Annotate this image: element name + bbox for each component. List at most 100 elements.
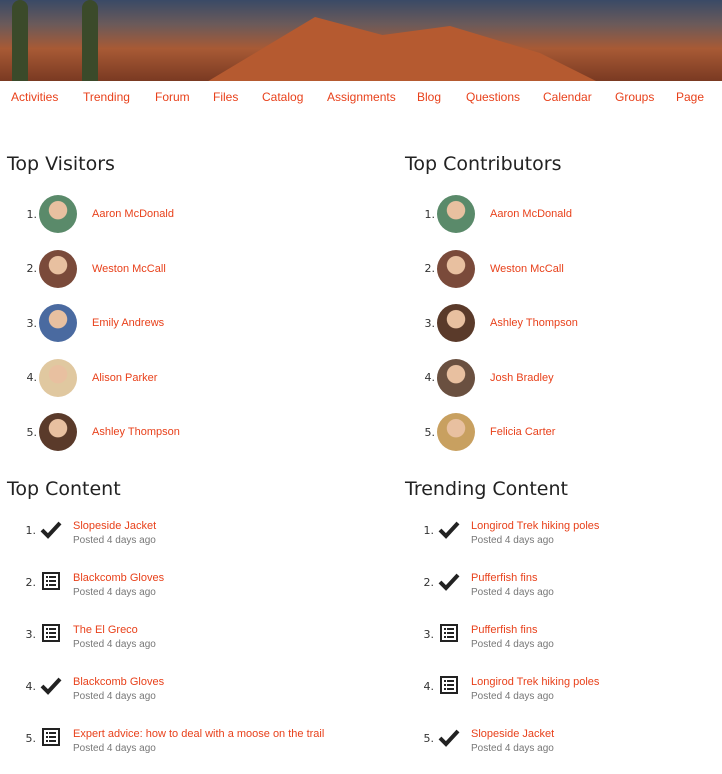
mountain-image [180,17,630,81]
rank: 2. [26,262,38,276]
list-item: 4. Blackcomb Gloves Posted 4 days ago [7,670,387,722]
user-link[interactable]: Ashley Thompson [490,317,578,329]
cactus-image [82,0,98,81]
section-title: Top Contributors [405,153,562,175]
rank: 5. [423,732,435,745]
rank: 5. [25,732,37,745]
rank: 3. [26,316,38,330]
list-icon [440,676,458,694]
user-link[interactable]: Emily Andrews [92,317,164,329]
posted-date: Posted 4 days ago [471,743,554,754]
list-item: 2. Weston McCall [7,242,317,297]
content-link[interactable]: Slopeside Jacket [73,520,156,532]
list-item: 5. Ashley Thompson [7,405,317,460]
content-link[interactable]: Slopeside Jacket [471,728,554,740]
rank: 1. [423,524,435,537]
user-link[interactable]: Weston McCall [92,263,166,275]
content-link[interactable]: Expert advice: how to deal with a moose … [73,728,324,740]
nav-blog[interactable]: Blog [417,90,441,104]
content-link[interactable]: Longirod Trek hiking poles [471,520,599,532]
avatar[interactable] [437,249,475,288]
main-nav: Activities Trending Forum Files Catalog Assig… [0,81,722,115]
avatar[interactable] [39,249,77,288]
list-item: 1. Aaron McDonald [405,187,715,242]
nav-questions[interactable]: Questions [466,90,520,104]
list-item: 5. Felicia Carter [405,405,715,460]
list-item: 2. Blackcomb Gloves Posted 4 days ago [7,566,387,618]
rank: 2. [423,576,435,589]
user-link[interactable]: Ashley Thompson [92,426,180,438]
rank: 4. [424,371,436,385]
rank: 4. [423,680,435,693]
top-content-section: Top Content 1. Slopeside Jacket Posted 4 da… [7,478,387,774]
avatar[interactable] [39,304,77,343]
content-link[interactable]: The El Greco [73,624,138,636]
check-icon [438,729,460,747]
content-link[interactable]: Longirod Trek hiking poles [471,676,599,688]
rank: 1. [26,207,38,221]
posted-date: Posted 4 days ago [73,743,156,754]
posted-date: Posted 4 days ago [471,587,554,598]
list-item: 5. Slopeside Jacket Posted 4 days ago [405,722,715,774]
list-item: 3. Pufferfish fins Posted 4 days ago [405,618,715,670]
avatar[interactable] [437,358,475,397]
check-icon [438,521,460,539]
section-title: Top Visitors [7,153,115,175]
user-link[interactable]: Alison Parker [92,372,157,384]
rank: 5. [424,425,436,439]
content-link[interactable]: Pufferfish fins [471,624,537,636]
nav-files[interactable]: Files [213,90,238,104]
rank: 4. [26,371,38,385]
nav-activities[interactable]: Activities [11,90,58,104]
list-item: 3. The El Greco Posted 4 days ago [7,618,387,670]
user-link[interactable]: Josh Bradley [490,372,554,384]
nav-calendar[interactable]: Calendar [543,90,592,104]
nav-assignments[interactable]: Assignments [327,90,396,104]
list-item: 1. Aaron McDonald [7,187,317,242]
content-link[interactable]: Pufferfish fins [471,572,537,584]
user-link[interactable]: Aaron McDonald [490,208,572,220]
rank: 1. [25,524,37,537]
avatar[interactable] [39,413,77,452]
nav-catalog[interactable]: Catalog [262,90,303,104]
section-title: Top Content [7,478,121,500]
posted-date: Posted 4 days ago [471,535,554,546]
check-icon [438,573,460,591]
top-contributors-section: Top Contributors 1. Aaron McDonald 2. Weston… [405,153,715,460]
user-link[interactable]: Felicia Carter [490,426,555,438]
avatar[interactable] [437,304,475,343]
top-visitors-section: Top Visitors 1. Aaron McDonald 2. Weston McC… [7,153,317,460]
list-icon [440,624,458,642]
user-link[interactable]: Aaron McDonald [92,208,174,220]
content-link[interactable]: Blackcomb Gloves [73,572,164,584]
cactus-image [12,0,28,81]
posted-date: Posted 4 days ago [73,639,156,650]
rank: 3. [25,628,37,641]
posted-date: Posted 4 days ago [73,535,156,546]
header-banner [0,0,722,81]
check-icon [40,521,62,539]
list-item: 2. Pufferfish fins Posted 4 days ago [405,566,715,618]
avatar[interactable] [437,195,475,234]
list-item: 4. Longirod Trek hiking poles Posted 4 day… [405,670,715,722]
avatar[interactable] [39,195,77,234]
list-item: 4. Alison Parker [7,351,317,406]
user-link[interactable]: Weston McCall [490,263,564,275]
content-link[interactable]: Blackcomb Gloves [73,676,164,688]
check-icon [40,677,62,695]
avatar[interactable] [437,413,475,452]
rank: 1. [424,207,436,221]
list-icon [42,572,60,590]
posted-date: Posted 4 days ago [471,639,554,650]
list-item: 3. Ashley Thompson [405,296,715,351]
avatar[interactable] [39,358,77,397]
nav-page[interactable]: Page [676,90,704,104]
trending-content-section: Trending Content 1. Longirod Trek hiking p… [405,478,715,774]
nav-trending[interactable]: Trending [83,90,130,104]
section-title: Trending Content [405,478,568,500]
list-item: 5. Expert advice: how to deal with a moos… [7,722,387,774]
rank: 4. [25,680,37,693]
nav-groups[interactable]: Groups [615,90,654,104]
rank: 3. [423,628,435,641]
nav-forum[interactable]: Forum [155,90,190,104]
